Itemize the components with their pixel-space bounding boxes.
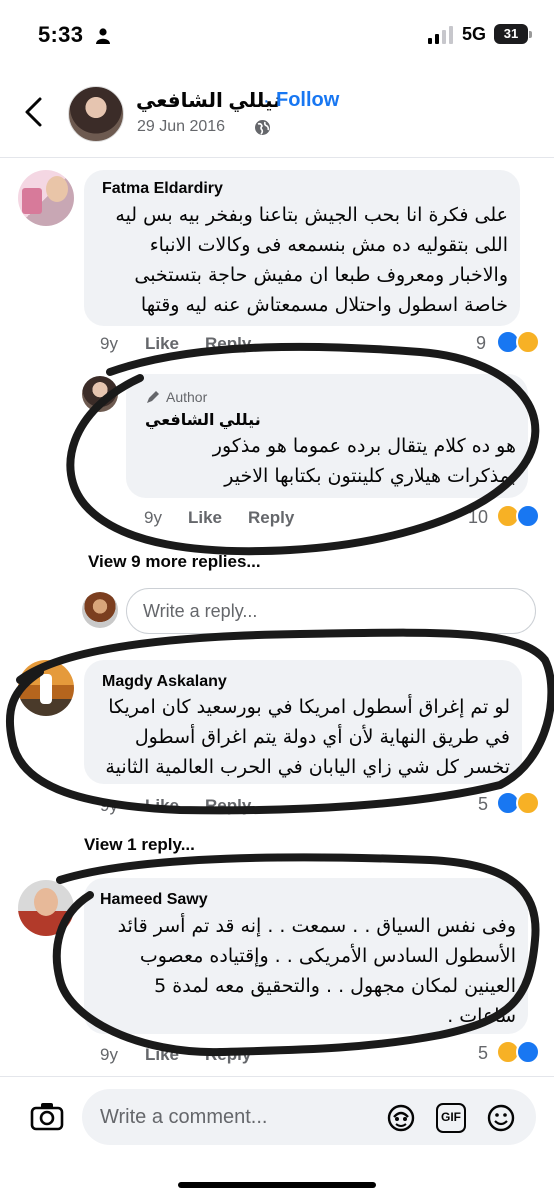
comment-line: اللى بتقوليه ده مش بنسمعه فى وكالات الان… (149, 234, 508, 256)
like-reaction-icon (516, 504, 540, 528)
comment-line: الأسطول السادس الأمريكى . . وإقتياده معص… (139, 945, 516, 967)
post-date: 29 Jun 2016 (137, 118, 226, 135)
comment-line: والاخبار ومعروف طبعا ان مفيش حاجة بتستخب… (134, 264, 508, 286)
emoji-icon[interactable] (486, 1103, 516, 1133)
signal-icon (428, 26, 453, 44)
comment-line: وفى نفس السياق . . سمعت . . إنه قد تم أس… (117, 915, 516, 937)
comment-text: لو تم إغراق أسطول امريكا في بورسعيد كان … (94, 692, 510, 782)
back-chevron-icon[interactable] (22, 96, 44, 128)
reply-button[interactable]: Reply (205, 796, 251, 816)
comment-author[interactable]: Magdy Askalany (102, 673, 227, 691)
comment-line: ساعات . (447, 1005, 516, 1027)
reply-button[interactable]: Reply (205, 334, 251, 354)
home-indicator (178, 1182, 376, 1188)
haha-reaction-icon (516, 330, 540, 354)
like-button[interactable]: Like (188, 508, 222, 528)
comment-line: بمذكرات هيلاري كلينتون بكتابها الاخير (224, 465, 516, 487)
like-button[interactable]: Like (145, 1045, 179, 1065)
separator-dot: · (263, 90, 270, 112)
reply-placeholder: Write a reply... (143, 601, 258, 621)
avatar[interactable] (18, 170, 74, 226)
person-icon (96, 28, 110, 44)
comment-text: وفى نفس السياق . . سمعت . . إنه قد تم أس… (94, 911, 516, 1031)
reaction-count[interactable]: 10 (468, 507, 488, 528)
avatar (82, 592, 118, 628)
haha-reaction-icon (516, 791, 540, 815)
header-divider (0, 157, 554, 158)
view-more-replies-link[interactable]: View 9 more replies... (88, 552, 261, 572)
comment-input[interactable]: Write a comment... GIF (82, 1089, 536, 1145)
author-badge: Author (166, 389, 208, 405)
comment-line: على فكرة انا بحب الجيش بتاعنا وبفخر بيه … (115, 204, 508, 226)
comment-text: على فكرة انا بحب الجيش بتاعنا وبفخر بيه … (96, 200, 508, 320)
like-reaction-icon (516, 1040, 540, 1064)
reply-input[interactable]: Write a reply... (126, 588, 536, 634)
comment-placeholder: Write a comment... (100, 1106, 268, 1128)
comment-line: خاصة اسطول واحتلال مسمعتاش عنه ليه وقتها (140, 294, 508, 316)
reply-button[interactable]: Reply (205, 1045, 251, 1065)
status-time: 5:33 (38, 22, 84, 47)
camera-icon[interactable] (30, 1101, 64, 1131)
comment-text: هو ده كلام يتقال برده عموما هو مذكور بمذ… (136, 431, 516, 491)
network-label: 5G (462, 24, 487, 44)
reaction-count[interactable]: 9 (476, 333, 486, 354)
avatar[interactable] (68, 86, 124, 142)
comment-line: تخسر كل شي زاي اليابان في الحرب العالمية… (105, 756, 510, 778)
comment-age: 9y (100, 334, 118, 353)
avatar[interactable] (18, 660, 74, 716)
pen-icon (147, 391, 159, 403)
status-bar: 5:33 5G 31 (0, 0, 554, 66)
comment-age: 9y (100, 796, 118, 815)
comment-line: في طريق النهاية لأن أي دولة يتم اغراق أس… (134, 726, 510, 748)
avatar[interactable] (82, 376, 118, 412)
comment-age: 9y (100, 1045, 118, 1064)
like-button[interactable]: Like (145, 796, 179, 816)
page-owner-name[interactable]: نيللي الشافعي (136, 88, 281, 113)
reaction-count[interactable]: 5 (478, 1043, 488, 1064)
reaction-count[interactable]: 5 (478, 794, 488, 815)
battery-icon: 31 (494, 24, 532, 44)
avatar-sticker-icon[interactable] (386, 1103, 416, 1133)
comment-author[interactable]: Fatma Eldardiry (102, 180, 223, 198)
gif-label: GIF (441, 1110, 461, 1124)
gif-icon[interactable]: GIF (436, 1103, 466, 1133)
view-more-replies-link[interactable]: View 1 reply... (84, 835, 195, 855)
reply-button[interactable]: Reply (248, 508, 294, 528)
globe-icon (255, 120, 270, 135)
comment-age: 9y (144, 508, 162, 527)
comment-line: لو تم إغراق أسطول امريكا في بورسعيد كان … (108, 696, 510, 718)
like-button[interactable]: Like (145, 334, 179, 354)
comment-author[interactable]: نيللي الشافعي (145, 410, 261, 430)
follow-button[interactable]: Follow (276, 89, 339, 112)
post-header: نيللي الشافعي · Follow 29 Jun 2016 (0, 72, 554, 154)
comment-line: العينين لمكان مجهول . . والتحقيق معه لمد… (154, 975, 516, 997)
comment-author[interactable]: Hameed Sawy (100, 891, 208, 909)
avatar[interactable] (18, 880, 74, 936)
comment-line: هو ده كلام يتقال برده عموما هو مذكور (212, 435, 516, 457)
